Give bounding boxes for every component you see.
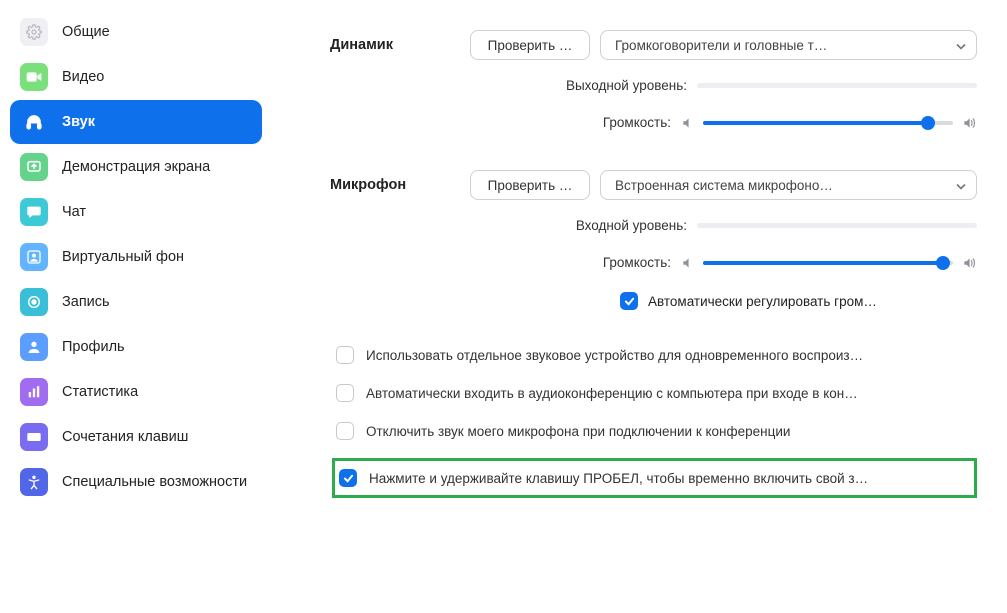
headphones-icon (20, 108, 48, 136)
keyboard-icon (20, 423, 48, 451)
option-label: Автоматически входить в аудиоконференцию… (366, 386, 977, 401)
speaker-output-level-row: Выходной уровень: (330, 78, 977, 93)
sidebar-item-label: Специальные возможности (62, 473, 247, 491)
audio-options: Использовать отдельное звуковое устройст… (330, 340, 977, 498)
sidebar-item-recording[interactable]: Запись (10, 280, 262, 324)
speaker-volume-slider[interactable] (703, 121, 953, 125)
speaker-output-level-meter (697, 83, 977, 88)
chat-icon (20, 198, 48, 226)
mic-input-level-row: Входной уровень: (330, 218, 977, 233)
chevron-down-icon (956, 38, 966, 53)
mic-volume-slider[interactable] (703, 261, 953, 265)
sidebar-item-label: Звук (62, 113, 95, 131)
auto-adjust-row: Автоматически регулировать гром… (330, 292, 977, 310)
sidebar-item-label: Общие (62, 23, 110, 41)
sidebar-item-label: Демонстрация экрана (62, 158, 210, 176)
sidebar-item-virtual-bg[interactable]: Виртуальный фон (10, 235, 262, 279)
volume-low-icon (681, 256, 695, 270)
speaker-device-value: Громкоговорители и головные т… (615, 38, 946, 53)
output-level-label: Выходной уровень: (566, 78, 687, 93)
speaker-heading: Динамик (330, 37, 470, 53)
sidebar-item-chat[interactable]: Чат (10, 190, 262, 234)
speaker-volume-label: Громкость: (603, 115, 671, 130)
auto-adjust-checkbox[interactable] (620, 292, 638, 310)
option-label: Нажмите и удерживайте клавишу ПРОБЕЛ, чт… (369, 471, 968, 486)
gear-icon (20, 18, 48, 46)
mic-device-value: Встроенная система микрофоно… (615, 178, 946, 193)
option-auto-join-audio: Автоматически входить в аудиоконференцию… (336, 378, 977, 408)
test-speaker-button[interactable]: Проверить … (470, 30, 590, 60)
mic-volume-row: Громкость: (330, 255, 977, 270)
sidebar-item-share-screen[interactable]: Демонстрация экрана (10, 145, 262, 189)
volume-high-icon (961, 256, 977, 270)
audio-settings-panel: Динамик Проверить … Громкоговорители и г… (270, 0, 1007, 613)
record-icon (20, 288, 48, 316)
virtual-bg-icon (20, 243, 48, 271)
push-to-talk-checkbox[interactable] (339, 469, 357, 487)
sidebar-item-statistics[interactable]: Статистика (10, 370, 262, 414)
speaker-section: Динамик Проверить … Громкоговорители и г… (330, 30, 977, 130)
mic-heading: Микрофон (330, 177, 470, 193)
test-mic-button[interactable]: Проверить … (470, 170, 590, 200)
sidebar-item-label: Чат (62, 203, 86, 221)
option-push-to-talk: Нажмите и удерживайте клавишу ПРОБЕЛ, чт… (339, 467, 968, 489)
speaker-device-select[interactable]: Громкоговорители и головные т… (600, 30, 977, 60)
sidebar-item-general[interactable]: Общие (10, 10, 262, 54)
profile-icon (20, 333, 48, 361)
sidebar-item-label: Виртуальный фон (62, 248, 184, 266)
sidebar-item-shortcuts[interactable]: Сочетания клавиш (10, 415, 262, 459)
video-icon (20, 63, 48, 91)
option-label: Использовать отдельное звуковое устройст… (366, 348, 977, 363)
mic-section: Микрофон Проверить … Встроенная система … (330, 170, 977, 310)
volume-high-icon (961, 116, 977, 130)
share-screen-icon (20, 153, 48, 181)
auto-adjust-label: Автоматически регулировать гром… (648, 294, 877, 309)
speaker-volume-row: Громкость: (330, 115, 977, 130)
sidebar-item-label: Профиль (62, 338, 125, 356)
sidebar-item-label: Статистика (62, 383, 138, 401)
mic-volume-label: Громкость: (603, 255, 671, 270)
input-level-label: Входной уровень: (576, 218, 687, 233)
mic-device-select[interactable]: Встроенная система микрофоно… (600, 170, 977, 200)
sidebar-item-profile[interactable]: Профиль (10, 325, 262, 369)
option-label: Отключить звук моего микрофона при подкл… (366, 424, 977, 439)
sidebar-item-label: Сочетания клавиш (62, 428, 188, 446)
sidebar-item-label: Запись (62, 293, 110, 311)
sidebar-item-accessibility[interactable]: Специальные возможности (10, 460, 262, 504)
accessibility-icon (20, 468, 48, 496)
chevron-down-icon (956, 178, 966, 193)
sidebar-item-label: Видео (62, 68, 104, 86)
sidebar-item-video[interactable]: Видео (10, 55, 262, 99)
mute-on-join-checkbox[interactable] (336, 422, 354, 440)
sidebar-item-audio[interactable]: Звук (10, 100, 262, 144)
statistics-icon (20, 378, 48, 406)
mic-input-level-meter (697, 223, 977, 228)
settings-sidebar: Общие Видео Звук Демонстрация экрана Чат (0, 0, 270, 613)
auto-join-audio-checkbox[interactable] (336, 384, 354, 402)
volume-low-icon (681, 116, 695, 130)
highlighted-option: Нажмите и удерживайте клавишу ПРОБЕЛ, чт… (332, 458, 977, 498)
option-mute-on-join: Отключить звук моего микрофона при подкл… (336, 416, 977, 446)
option-separate-device: Использовать отдельное звуковое устройст… (336, 340, 977, 370)
separate-device-checkbox[interactable] (336, 346, 354, 364)
